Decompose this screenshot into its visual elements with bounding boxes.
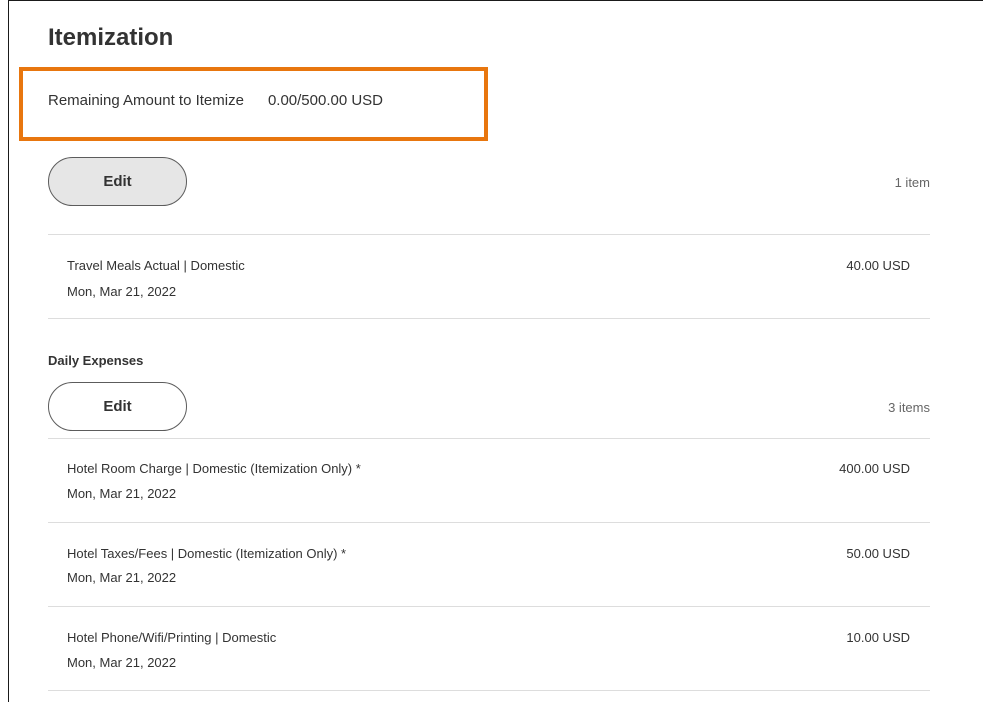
divider <box>48 438 930 439</box>
item-count: 1 item <box>894 175 930 190</box>
item-title: Hotel Phone/Wifi/Printing | Domestic <box>67 630 277 645</box>
item-date: Mon, Mar 21, 2022 <box>67 570 177 585</box>
item-title: Hotel Taxes/Fees | Domestic (Itemization… <box>67 546 347 561</box>
remaining-amount-row: Remaining Amount to Itemize 0.00/500.00 … <box>48 92 383 109</box>
divider <box>48 606 930 607</box>
item-amount: 400.00 USD <box>839 461 910 476</box>
item-amount: 10.00 USD <box>846 630 910 645</box>
divider <box>48 318 930 319</box>
item-date: Mon, Mar 21, 2022 <box>67 284 177 299</box>
page-title: Itemization <box>48 24 174 51</box>
section-heading-daily-expenses: Daily Expenses <box>48 353 144 368</box>
item-amount: 40.00 USD <box>846 258 910 273</box>
divider <box>48 234 930 235</box>
edit-itemization-button[interactable]: Edit <box>48 157 187 206</box>
item-title: Travel Meals Actual | Domestic <box>67 258 245 273</box>
item-date: Mon, Mar 21, 2022 <box>67 655 177 670</box>
remaining-amount-label: Remaining Amount to Itemize <box>48 92 244 109</box>
item-count: 3 items <box>888 400 930 415</box>
edit-daily-expenses-button[interactable]: Edit <box>48 382 187 431</box>
item-date: Mon, Mar 21, 2022 <box>67 486 177 501</box>
item-title: Hotel Room Charge | Domestic (Itemizatio… <box>67 461 361 476</box>
divider <box>48 690 930 691</box>
remaining-amount-value: 0.00/500.00 USD <box>267 92 384 109</box>
item-amount: 50.00 USD <box>846 546 910 561</box>
divider <box>48 522 930 523</box>
